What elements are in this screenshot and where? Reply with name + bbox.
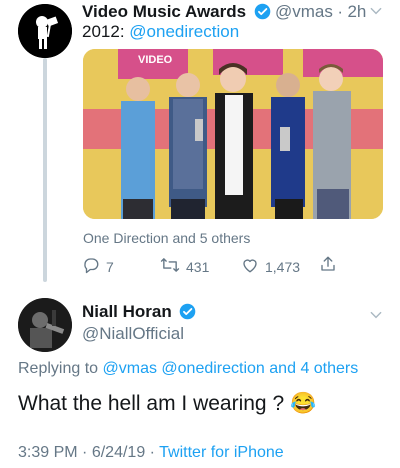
verified-badge-icon <box>254 3 271 20</box>
retweet-button[interactable]: 431 <box>160 256 209 277</box>
chevron-down-icon[interactable] <box>369 308 383 327</box>
like-button[interactable]: 1,473 <box>241 256 300 277</box>
author-handle[interactable]: @vmas <box>275 2 333 21</box>
replying-others[interactable]: 4 others <box>300 360 358 377</box>
author-handle[interactable]: @NiallOfficial <box>82 324 184 344</box>
share-button[interactable] <box>319 255 337 276</box>
replying-and: and <box>269 360 296 377</box>
verified-badge-icon <box>179 303 196 320</box>
retweet-icon <box>160 256 180 277</box>
reply-icon <box>82 256 100 277</box>
mention-link[interactable]: @onedirection <box>129 22 239 41</box>
photo-tags[interactable]: One Direction and 5 others <box>83 230 250 246</box>
meta-dot: · <box>149 444 155 461</box>
reply-count: 7 <box>106 258 114 275</box>
tweet-photo[interactable]: VIDEO <box>83 49 383 219</box>
replying-to-prefix: Replying to <box>18 360 99 377</box>
reply-button[interactable]: 7 <box>82 256 114 277</box>
tweet-time[interactable]: 3:39 PM <box>18 444 78 461</box>
meta-dot: · <box>82 444 88 461</box>
author-name[interactable]: Video Music Awards <box>82 2 246 21</box>
vmas-avatar[interactable] <box>18 4 72 58</box>
niall-avatar[interactable] <box>18 298 72 352</box>
share-icon <box>319 255 337 276</box>
like-count: 1,473 <box>265 258 301 275</box>
like-icon <box>241 256 259 277</box>
replying-to-line: Replying to @vmas @onedirection and 4 ot… <box>18 360 358 378</box>
tweet-text-prefix: 2012: <box>82 22 125 41</box>
tweet-text-body: What the hell am I wearing ? <box>18 392 285 415</box>
backdrop-banner-text: VIDEO <box>138 54 173 66</box>
tweet-source[interactable]: Twitter for iPhone <box>159 444 284 461</box>
tweet-text: 2012: @onedirection <box>82 22 239 42</box>
replying-to-users[interactable]: @vmas @onedirection <box>103 360 265 377</box>
chevron-down-icon[interactable] <box>369 4 383 23</box>
tweet-time[interactable]: 2h <box>347 2 366 21</box>
author-name[interactable]: Niall Horan <box>82 302 172 321</box>
laughing-emoji: 😂 <box>289 392 317 415</box>
retweet-count: 431 <box>186 258 210 275</box>
meta-separator: · <box>337 2 343 21</box>
thread-line <box>43 58 47 282</box>
tweet-text: What the hell am I wearing ? 😂 <box>18 392 316 416</box>
tweet-date[interactable]: 6/24/19 <box>92 444 145 461</box>
tweet-meta: 3:39 PM · 6/24/19 · Twitter for iPhone <box>18 444 284 462</box>
